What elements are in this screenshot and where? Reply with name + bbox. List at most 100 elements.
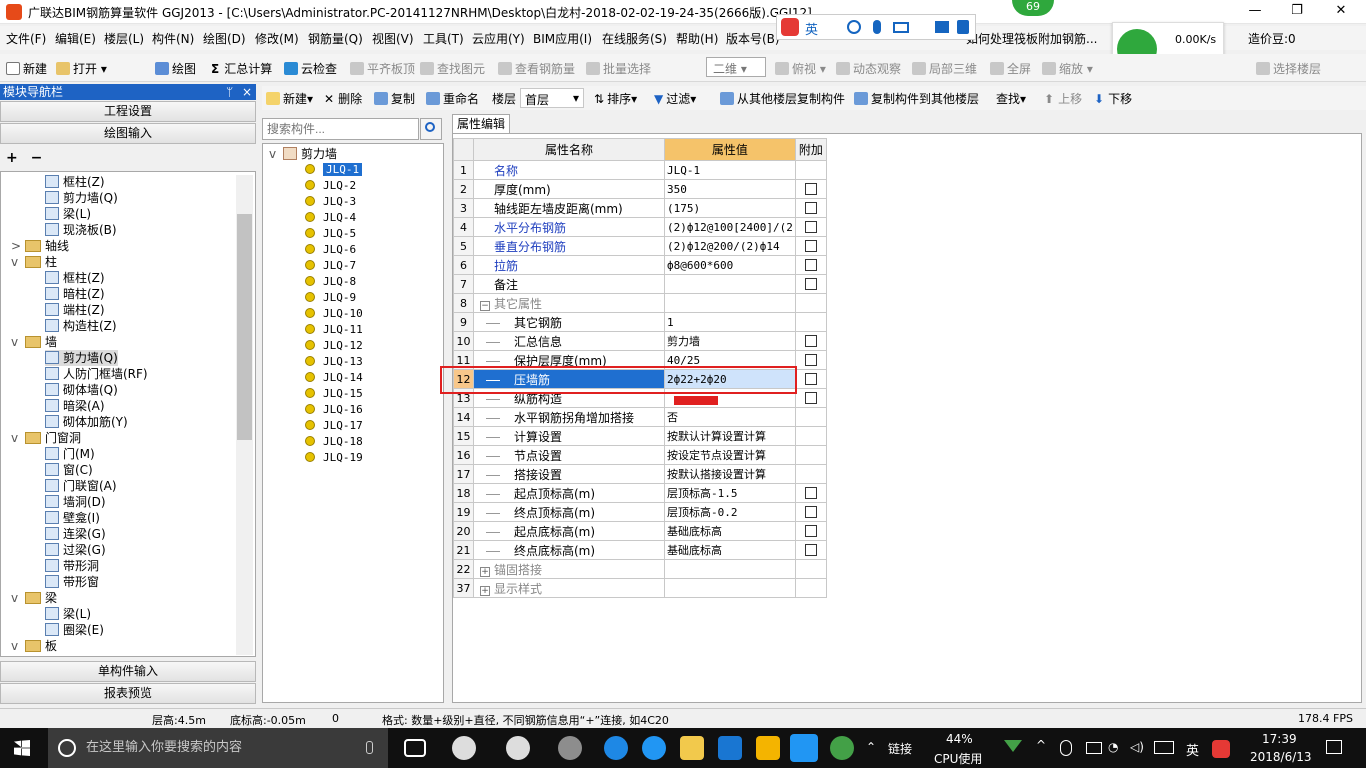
tray-mouse-icon[interactable] — [1060, 740, 1072, 756]
draw-input-button[interactable]: 绘图输入 — [0, 123, 256, 144]
component-item[interactable]: JLQ-7 — [305, 258, 356, 273]
property-name-cell[interactable]: 搭接设置 — [473, 464, 665, 484]
menu-draw[interactable]: 绘图(D) — [203, 30, 246, 47]
attach-checkbox[interactable] — [804, 487, 817, 499]
tree-folder[interactable]: v墙 — [11, 334, 57, 350]
tree-item[interactable]: 窗(C) — [45, 462, 93, 478]
component-item[interactable]: JLQ-17 — [305, 418, 363, 433]
top-view-button[interactable]: 俯视 ▾ — [775, 60, 826, 77]
collapse-all-icon[interactable]: − — [31, 150, 43, 166]
rename-button[interactable]: 重命名 — [426, 90, 479, 107]
tree-item[interactable]: 人防门框墙(RF) — [45, 366, 148, 382]
property-value-cell[interactable]: 层顶标高-1.5 — [664, 483, 796, 503]
component-item[interactable]: JLQ-10 — [305, 306, 363, 321]
property-row[interactable]: 14 水平钢筋拐角增加搭接 否 — [453, 407, 827, 427]
property-value-cell[interactable]: 层顶标高-0.2 — [664, 502, 796, 522]
property-value-cell[interactable]: (175) — [664, 198, 796, 218]
component-item[interactable]: JLQ-15 — [305, 386, 363, 401]
tree-item[interactable]: 构造柱(Z) — [45, 318, 117, 334]
move-down-button[interactable]: ⬇ 下移 — [1094, 90, 1132, 107]
property-name-cell[interactable]: − 其它属性 — [473, 293, 665, 313]
glodon-g-icon[interactable] — [718, 736, 742, 760]
view-rebar-button[interactable]: 查看钢筋量 — [498, 60, 575, 77]
align-slab-top-button[interactable]: 平齐板顶 — [350, 60, 415, 77]
property-row[interactable]: 4 水平分布钢筋 (2)ф12@100[2400]/(2 — [453, 217, 827, 237]
property-value-cell[interactable] — [664, 274, 796, 294]
minimize-icon[interactable]: — — [1240, 3, 1270, 18]
chevron-down-icon[interactable]: v — [11, 334, 21, 350]
tree-folder[interactable]: v梁 — [11, 590, 57, 606]
property-row[interactable]: 6 拉筋 ф8@600*600 — [453, 255, 827, 275]
nav-close-icon[interactable]: × — [242, 84, 252, 100]
property-name-cell[interactable]: 水平钢筋拐角增加搭接 — [473, 407, 665, 427]
clock-date[interactable]: 2018/6/13 — [1250, 750, 1312, 764]
component-item[interactable]: JLQ-1 — [305, 162, 363, 177]
attach-checkbox[interactable] — [804, 392, 817, 404]
tray-signal-icon[interactable]: ◔ — [1108, 740, 1118, 754]
report-preview-button[interactable]: 报表预览 — [0, 683, 256, 704]
property-name-cell[interactable]: 其它钢筋 — [473, 312, 665, 332]
select-floor-button[interactable]: 选择楼层 — [1256, 60, 1321, 77]
batch-select-button[interactable]: 批量选择 — [586, 60, 651, 77]
tree-folder[interactable]: > 轴线 — [11, 238, 69, 254]
filter-button[interactable]: ▼ 过滤▾ — [654, 90, 696, 107]
project-settings-button[interactable]: 工程设置 — [0, 101, 256, 122]
tree-folder[interactable]: v柱 — [11, 254, 57, 270]
tree-item[interactable]: 门(M) — [45, 446, 95, 462]
chevron-down-icon[interactable]: v — [11, 638, 21, 654]
tree-item[interactable]: 端柱(Z) — [45, 302, 105, 318]
green-app-icon[interactable] — [830, 736, 854, 760]
property-name-cell[interactable]: 水平分布钢筋 — [473, 217, 665, 237]
taskbar-search-input[interactable]: 在这里输入你要搜索的内容 — [48, 728, 388, 768]
property-value-cell[interactable]: 按默认搭接设置计算 — [664, 464, 796, 484]
chevron-right-icon[interactable]: > — [11, 238, 21, 254]
attach-checkbox[interactable] — [804, 183, 817, 195]
new-component-button[interactable]: 新建▾ — [266, 90, 313, 107]
component-root[interactable]: v 剪力墙 — [269, 146, 337, 162]
cloud-check-button[interactable]: 云检查 — [284, 60, 337, 77]
attach-checkbox[interactable] — [804, 525, 817, 537]
attach-checkbox[interactable] — [804, 278, 817, 290]
tree-item[interactable]: 壁龛(I) — [45, 510, 100, 526]
tab-property-edit[interactable]: 属性编辑 — [452, 114, 510, 134]
menu-help[interactable]: 帮助(H) — [676, 30, 718, 47]
open-button[interactable]: 打开 ▾ — [56, 60, 107, 77]
collapse-icon[interactable]: v — [269, 146, 279, 162]
attach-checkbox[interactable] — [804, 259, 817, 271]
tree-item[interactable]: 梁(L) — [45, 206, 91, 222]
property-row[interactable]: 21 终点底标高(m) 基础底标高 — [453, 540, 827, 560]
property-row[interactable]: 7 备注 — [453, 274, 827, 294]
tree-item[interactable]: 砌体墙(Q) — [45, 382, 118, 398]
collapse-icon[interactable]: − — [480, 300, 490, 311]
price-beans[interactable]: 造价豆:0 — [1248, 30, 1296, 47]
sort-button[interactable]: ⇅ 排序▾ — [594, 90, 637, 107]
tree-item[interactable]: 框柱(Z) — [45, 270, 105, 286]
tree-item[interactable]: 墙洞(D) — [45, 494, 106, 510]
move-up-button[interactable]: ⬆ 上移 — [1044, 90, 1082, 107]
property-value-cell[interactable]: (2)ф12@100[2400]/(2 — [664, 217, 796, 237]
tree-scrollbar-thumb[interactable] — [237, 214, 252, 440]
property-value-cell[interactable]: JLQ-1 — [664, 160, 796, 180]
tray-up-arrow-icon[interactable]: ^ — [1036, 738, 1046, 752]
property-value-cell[interactable]: 基础底标高 — [664, 521, 796, 541]
property-value-cell[interactable] — [664, 559, 796, 579]
property-value-cell[interactable]: 按默认计算设置计算 — [664, 426, 796, 446]
property-row[interactable]: 9 其它钢筋 1 — [453, 312, 827, 332]
single-component-input-button[interactable]: 单构件输入 — [0, 661, 256, 682]
local-3d-button[interactable]: 局部三维 — [912, 60, 977, 77]
component-item[interactable]: JLQ-12 — [305, 338, 363, 353]
menu-modify[interactable]: 修改(M) — [255, 30, 299, 47]
floor-select[interactable]: 首层 ▾ — [520, 88, 584, 108]
property-row[interactable]: 37 + 显示样式 — [453, 578, 827, 598]
pin-icon[interactable]: ᛘ — [226, 84, 233, 100]
notepad-app-icon[interactable] — [756, 736, 780, 760]
property-row[interactable]: 10 汇总信息 剪力墙 — [453, 331, 827, 351]
windows-start-icon[interactable] — [14, 740, 30, 756]
property-value-cell[interactable]: 按设定节点设置计算 — [664, 445, 796, 465]
component-item[interactable]: JLQ-4 — [305, 210, 356, 225]
tray-ime-label[interactable]: 英 — [1186, 740, 1199, 759]
tray-network-icon[interactable] — [1086, 742, 1102, 754]
menu-view[interactable]: 视图(V) — [372, 30, 414, 47]
component-item[interactable]: JLQ-2 — [305, 178, 356, 193]
tray-chevron-up-icon[interactable]: ⌃ — [866, 740, 876, 754]
